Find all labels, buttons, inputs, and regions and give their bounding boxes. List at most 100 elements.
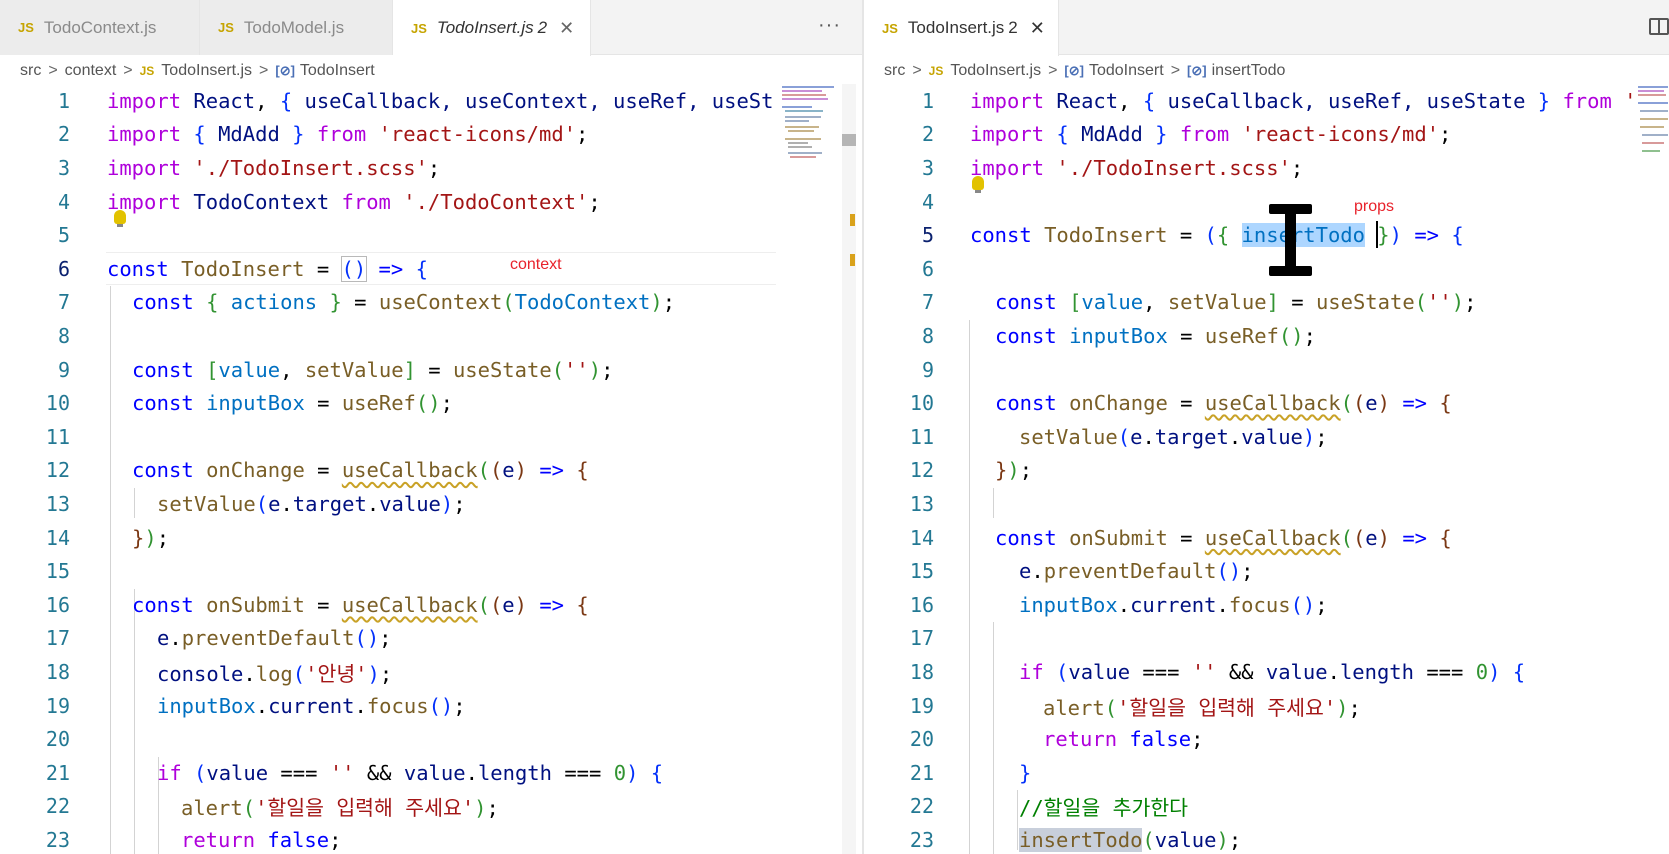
text-caret <box>1376 221 1378 248</box>
tab-todoinsert-active[interactable]: JS TodoInsert.js 2 ✕ <box>864 0 1059 56</box>
line-number: 6 <box>921 256 934 281</box>
chevron-right-icon: > <box>123 62 133 79</box>
line-number: 12 <box>909 458 934 483</box>
code-line: 4 <box>864 185 934 219</box>
line-number: 9 <box>57 357 70 382</box>
scrollbar-thumb[interactable] <box>842 134 856 146</box>
minimap[interactable] <box>780 84 838 164</box>
tab-label: TodoModel.js <box>243 17 345 37</box>
problem-count-badge: 2 <box>1008 18 1018 37</box>
breadcrumb-symbol[interactable]: TodoInsert <box>1089 62 1164 80</box>
line-number: 15 <box>45 559 70 584</box>
line-number: 17 <box>45 626 70 651</box>
breadcrumb-folder[interactable]: context <box>65 62 117 80</box>
line-number: 21 <box>909 760 934 785</box>
code-line: 8 const inputBox = useRef(); <box>864 319 1316 353</box>
minimap-line <box>1640 118 1668 120</box>
line-code: const { actions } = useContext(TodoConte… <box>132 290 676 315</box>
breadcrumb-file[interactable]: TodoInsert.js <box>161 62 252 80</box>
chevron-right-icon: > <box>48 62 58 79</box>
line-number: 21 <box>45 760 70 785</box>
close-icon[interactable]: ✕ <box>1030 18 1045 39</box>
line-code: const onSubmit = useCallback((e) => { <box>132 592 589 617</box>
line-code: import React, { useCallback, useRef, use… <box>970 88 1637 113</box>
minimap-line <box>1638 102 1668 104</box>
chevron-right-icon: > <box>259 62 269 79</box>
code-line: 22 alert('할일을 입력해 주세요'); <box>0 790 499 824</box>
line-code: const [value, setValue] = useState(''); <box>995 290 1477 315</box>
line-number: 2 <box>57 122 70 147</box>
code-line: 9 <box>864 353 934 387</box>
code-line: 20 <box>0 722 70 756</box>
tab-todomodel[interactable]: JS TodoModel.js <box>200 0 393 55</box>
line-number: 11 <box>909 424 934 449</box>
minimap-line <box>785 120 809 122</box>
code-line: 3 import './TodoInsert.scss'; <box>864 151 1303 185</box>
line-number: 19 <box>909 693 934 718</box>
minimap-line <box>1638 90 1664 92</box>
annotation-props: props <box>1354 198 1395 215</box>
minimap-line <box>1640 126 1664 128</box>
line-code: return false; <box>181 827 342 852</box>
code-line-current: 5 const TodoInsert = ({ insertTodo }) => … <box>864 218 1464 252</box>
line-number: 5 <box>57 223 70 248</box>
code-editor[interactable]: context 1 import React, { useCallback, us… <box>0 84 862 854</box>
line-code: //할일을 추가한다 <box>1019 796 1189 821</box>
line-code: alert('할일을 입력해 주세요'); <box>181 796 499 821</box>
line-code: import './TodoInsert.scss'; <box>970 155 1304 180</box>
line-code: import { MdAdd } from 'react-icons/md'; <box>970 122 1452 147</box>
breadcrumb: src > context > JS TodoInsert.js > [⊘] T… <box>0 56 862 86</box>
minimap-line <box>785 138 821 140</box>
line-code: const TodoInsert = () => { <box>107 255 428 282</box>
minimap-line <box>785 110 823 112</box>
annotation-context: context <box>510 256 562 273</box>
breadcrumb-src[interactable]: src <box>20 62 41 80</box>
tab-label: TodoInsert.js <box>907 18 1005 37</box>
scrollbar[interactable] <box>842 84 856 854</box>
line-number: 9 <box>921 357 934 382</box>
line-code: import TodoContext from './TodoContext'; <box>107 189 601 214</box>
line-number: 12 <box>45 458 70 483</box>
minimap-line <box>1640 110 1668 112</box>
line-code: if (value === '' && value.length === 0) … <box>157 760 664 785</box>
line-number: 10 <box>909 391 934 416</box>
line-code: setValue(e.target.value); <box>1019 424 1328 449</box>
line-number: 1 <box>921 88 934 113</box>
indent-guide <box>1017 790 1018 850</box>
line-number: 5 <box>921 223 934 248</box>
line-code: e.preventDefault(); <box>1019 559 1254 584</box>
code-line: 19 alert('할일을 입력해 주세요'); <box>864 689 1361 723</box>
line-number: 20 <box>909 727 934 752</box>
line-number: 10 <box>45 391 70 416</box>
minimap-line <box>788 152 822 154</box>
breadcrumb-symbol[interactable]: insertTodo <box>1212 62 1286 80</box>
js-file-icon: JS <box>18 20 34 35</box>
breadcrumb-src[interactable]: src <box>884 62 905 80</box>
split-editor-icon[interactable] <box>1649 18 1669 35</box>
indent-guide <box>134 589 135 854</box>
tab-todoinsert-active[interactable]: JS TodoInsert.js 2 ✕ <box>393 0 591 56</box>
code-line: 18 if (value === '' && value.length === 0… <box>864 655 1525 689</box>
problem-count-badge: 2 <box>537 18 548 37</box>
line-code: const onChange = useCallback((e) => { <box>132 458 589 483</box>
left-tab-bar: JS TodoContext.js JS TodoModel.js JS Tod… <box>0 0 862 56</box>
tab-todocontext[interactable]: JS TodoContext.js <box>0 0 200 55</box>
close-icon[interactable]: ✕ <box>559 18 574 39</box>
code-line: 10 const inputBox = useRef(); <box>0 386 453 420</box>
breadcrumb-symbol[interactable]: TodoInsert <box>300 62 375 80</box>
code-line: 10 const onChange = useCallback((e) => { <box>864 386 1452 420</box>
line-number: 19 <box>45 693 70 718</box>
line-code: } <box>1019 760 1032 785</box>
line-number: 23 <box>909 827 934 852</box>
code-editor[interactable]: props 1 import React, { useCallback, useR… <box>864 84 1669 854</box>
code-line: 1 import React, { useCallback, useRef, us… <box>864 84 1637 118</box>
more-actions-icon[interactable]: ··· <box>818 14 841 37</box>
minimap-line <box>782 90 822 92</box>
js-file-icon: JS <box>411 20 427 36</box>
minimap-line <box>782 106 812 108</box>
code-line-current: 6 const TodoInsert = () => { <box>0 252 428 286</box>
chevron-right-icon: > <box>912 62 922 79</box>
line-number: 3 <box>921 155 934 180</box>
minimap[interactable] <box>1636 84 1669 164</box>
breadcrumb-file[interactable]: TodoInsert.js <box>950 62 1041 80</box>
